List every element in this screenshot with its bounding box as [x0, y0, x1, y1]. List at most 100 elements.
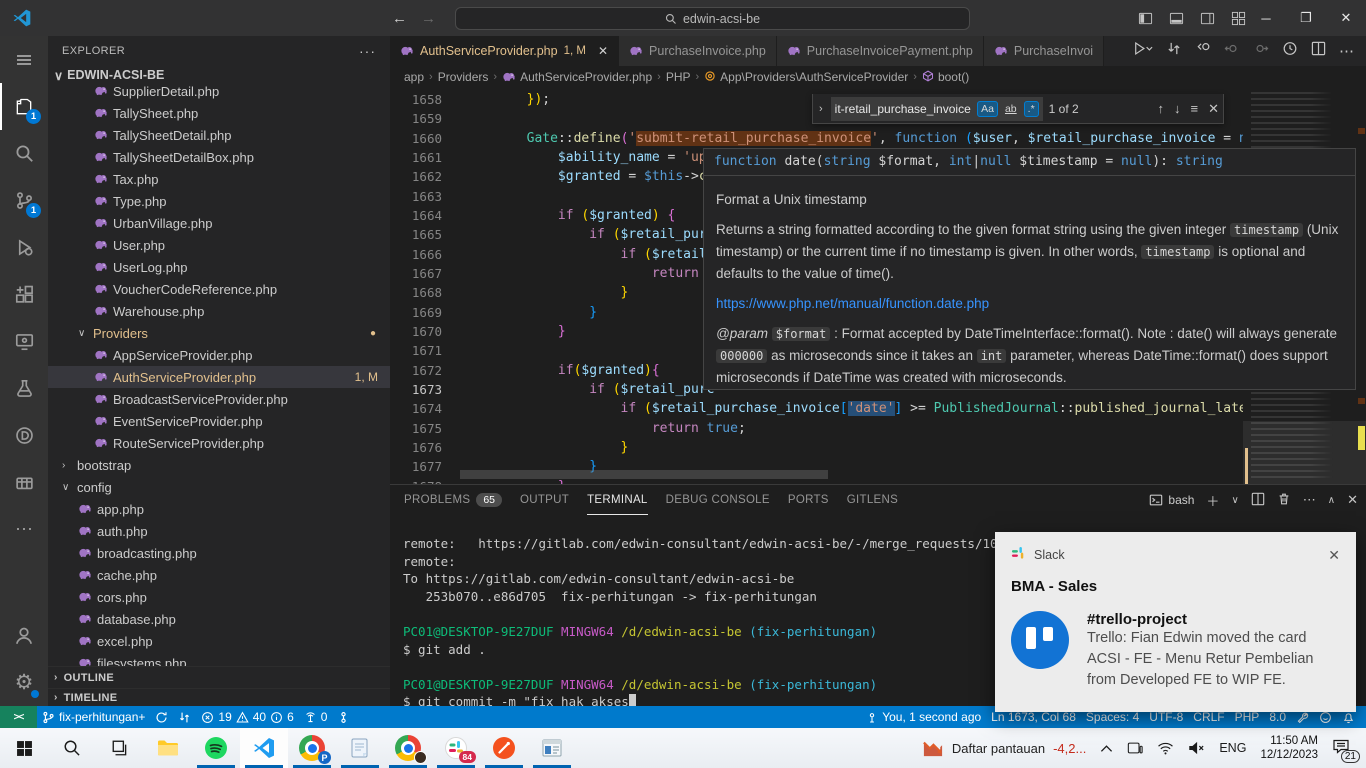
- remote-explorer-icon[interactable]: [0, 318, 48, 365]
- language-indicator[interactable]: ENG: [1219, 741, 1246, 755]
- regex-icon[interactable]: .*: [1024, 101, 1039, 117]
- breadcrumb-item[interactable]: PHP: [666, 70, 691, 84]
- git-branch-item[interactable]: fix-perhitungan+: [37, 706, 150, 728]
- nav-back-icon[interactable]: ←: [392, 10, 407, 27]
- volume-muted-icon[interactable]: [1188, 741, 1205, 755]
- new-terminal-icon[interactable]: ＋: [1206, 491, 1219, 510]
- close-toast-icon[interactable]: ✕: [1328, 547, 1340, 564]
- toggle-sidebar-icon[interactable]: [1138, 11, 1153, 26]
- task-view-button[interactable]: [96, 728, 144, 768]
- wifi-icon[interactable]: [1157, 742, 1174, 755]
- chrome-profile-button[interactable]: [384, 728, 432, 768]
- taskbar-search-button[interactable]: [48, 728, 96, 768]
- tree-file-vouchercodereference-php[interactable]: VoucherCodeReference.php: [48, 278, 390, 300]
- breadcrumb-item[interactable]: Providers: [438, 70, 489, 84]
- gitlens-compare-item[interactable]: [173, 706, 196, 728]
- tree-folder-bootstrap[interactable]: ›bootstrap: [48, 454, 390, 476]
- tree-file-app-php[interactable]: app.php: [48, 498, 390, 520]
- breadcrumb-item[interactable]: AuthServiceProvider.php: [502, 70, 652, 85]
- minimap-slider[interactable]: [1243, 421, 1366, 491]
- match-case-icon[interactable]: Aa: [977, 101, 998, 117]
- run-code-icon[interactable]: [1133, 41, 1153, 61]
- next-change-icon[interactable]: [1253, 41, 1269, 61]
- slack-taskbar-button[interactable]: 84: [432, 728, 480, 768]
- tree-file-authserviceprovider-php[interactable]: AuthServiceProvider.php1, M: [48, 366, 390, 388]
- panel-tab-problems[interactable]: PROBLEMS65: [404, 485, 502, 515]
- tree-file-tax-php[interactable]: Tax.php: [48, 168, 390, 190]
- tree-file-broadcasting-php[interactable]: broadcasting.php: [48, 542, 390, 564]
- tree-file-tallysheetdetail-php[interactable]: TallySheetDetail.php: [48, 124, 390, 146]
- previous-change-icon[interactable]: [1224, 41, 1240, 61]
- tree-folder-providers[interactable]: ∨Providers●: [48, 322, 390, 344]
- run-debug-icon[interactable]: [0, 224, 48, 271]
- panel-tab-debug-console[interactable]: DEBUG CONSOLE: [666, 485, 770, 515]
- timeline-section[interactable]: › TIMELINE: [48, 688, 390, 706]
- tree-file-cors-php[interactable]: cors.php: [48, 586, 390, 608]
- panel-tab-terminal[interactable]: TERMINAL: [587, 485, 648, 515]
- find-in-selection-icon[interactable]: ≡: [1191, 101, 1199, 116]
- circle-d-icon[interactable]: [0, 412, 48, 459]
- minimize-icon[interactable]: ─: [1246, 0, 1286, 36]
- sync-changes-item[interactable]: [150, 706, 173, 728]
- tree-file-auth-php[interactable]: auth.php: [48, 520, 390, 542]
- notepad-button[interactable]: [336, 728, 384, 768]
- php-manual-link[interactable]: https://www.php.net/manual/function.date…: [716, 296, 989, 311]
- timeline-history-icon[interactable]: [1282, 41, 1298, 61]
- chrome-pwa-button[interactable]: P: [288, 728, 336, 768]
- ports-item[interactable]: 0: [299, 706, 333, 728]
- tree-file-cache-php[interactable]: cache.php: [48, 564, 390, 586]
- tree-file-tallysheet-php[interactable]: TallySheet.php: [48, 102, 390, 124]
- tree-folder-config[interactable]: ∨config: [48, 476, 390, 498]
- tree-file-eventserviceprovider-php[interactable]: EventServiceProvider.php: [48, 410, 390, 432]
- close-window-icon[interactable]: ✕: [1326, 0, 1366, 36]
- panel-more-actions-icon[interactable]: ⋯: [1303, 492, 1316, 508]
- editor-tab-purchaseinvoice-php[interactable]: PurchaseInvoice.php: [619, 36, 777, 66]
- explorer-icon[interactable]: 1: [0, 83, 48, 130]
- extensions-icon[interactable]: [0, 271, 48, 318]
- tree-file-urbanvillage-php[interactable]: UrbanVillage.php: [48, 212, 390, 234]
- show-hidden-icons-chevron[interactable]: [1100, 744, 1113, 753]
- terminal-dropdown-icon[interactable]: ∨: [1231, 495, 1238, 506]
- toggle-secondary-sidebar-icon[interactable]: [1200, 11, 1215, 26]
- settings-gear-icon[interactable]: ⚙: [0, 659, 48, 706]
- breadcrumb-item[interactable]: app: [404, 70, 424, 84]
- tree-file-user-php[interactable]: User.php: [48, 234, 390, 256]
- tree-file-excel-php[interactable]: excel.php: [48, 630, 390, 652]
- source-control-icon[interactable]: 1: [0, 177, 48, 224]
- cast-device-icon[interactable]: [1127, 741, 1143, 755]
- editor-tab-purchaseinvoicepayment-php[interactable]: PurchaseInvoicePayment.php: [777, 36, 984, 66]
- kill-terminal-icon[interactable]: [1277, 492, 1291, 509]
- outline-section[interactable]: › OUTLINE: [48, 666, 390, 688]
- vscode-taskbar-button[interactable]: [240, 728, 288, 768]
- split-terminal-icon[interactable]: [1251, 492, 1265, 509]
- tree-file-broadcastserviceprovider-php[interactable]: BroadcastServiceProvider.php: [48, 388, 390, 410]
- next-match-icon[interactable]: ↓: [1174, 101, 1181, 116]
- editor-tab-purchaseinvoi[interactable]: PurchaseInvoi: [984, 36, 1104, 66]
- tree-root-folder[interactable]: ∨ EDWIN-ACSI-BE: [48, 64, 390, 86]
- nav-forward-icon[interactable]: →: [421, 10, 436, 27]
- toggle-replace-icon[interactable]: ›: [817, 103, 825, 115]
- tree-file-routeserviceprovider-php[interactable]: RouteServiceProvider.php: [48, 432, 390, 454]
- tree-file-type-php[interactable]: Type.php: [48, 190, 390, 212]
- more-views-icon[interactable]: ⋯: [0, 506, 48, 553]
- split-editor-icon[interactable]: [1311, 41, 1326, 61]
- testing-beaker-icon[interactable]: [0, 365, 48, 412]
- editor-more-actions-icon[interactable]: ⋯: [1339, 42, 1354, 60]
- explorer-more-actions-icon[interactable]: ···: [359, 43, 376, 59]
- menu-icon[interactable]: [0, 36, 48, 83]
- file-explorer-button[interactable]: [144, 728, 192, 768]
- restore-icon[interactable]: ❐: [1286, 0, 1326, 36]
- open-changes-icon[interactable]: [1195, 41, 1211, 61]
- toggle-panel-icon[interactable]: [1169, 11, 1184, 26]
- compare-changes-icon[interactable]: [1166, 41, 1182, 61]
- panel-tab-output[interactable]: OUTPUT: [520, 485, 569, 515]
- whole-word-icon[interactable]: ab: [1001, 101, 1021, 117]
- slack-notification-toast[interactable]: Slack ✕ BMA - Sales #trello-project Trel…: [995, 532, 1356, 712]
- problems-item[interactable]: 19 40 6: [196, 706, 298, 728]
- editor-tab-authserviceprovider-php[interactable]: AuthServiceProvider.php1, M✕: [390, 36, 619, 66]
- panel-tab-gitlens[interactable]: GITLENS: [847, 485, 898, 515]
- commit-info-item[interactable]: You, 1 second ago: [861, 706, 986, 728]
- accounts-icon[interactable]: [0, 612, 48, 659]
- window-app-button[interactable]: [528, 728, 576, 768]
- customize-layout-icon[interactable]: [1231, 11, 1246, 26]
